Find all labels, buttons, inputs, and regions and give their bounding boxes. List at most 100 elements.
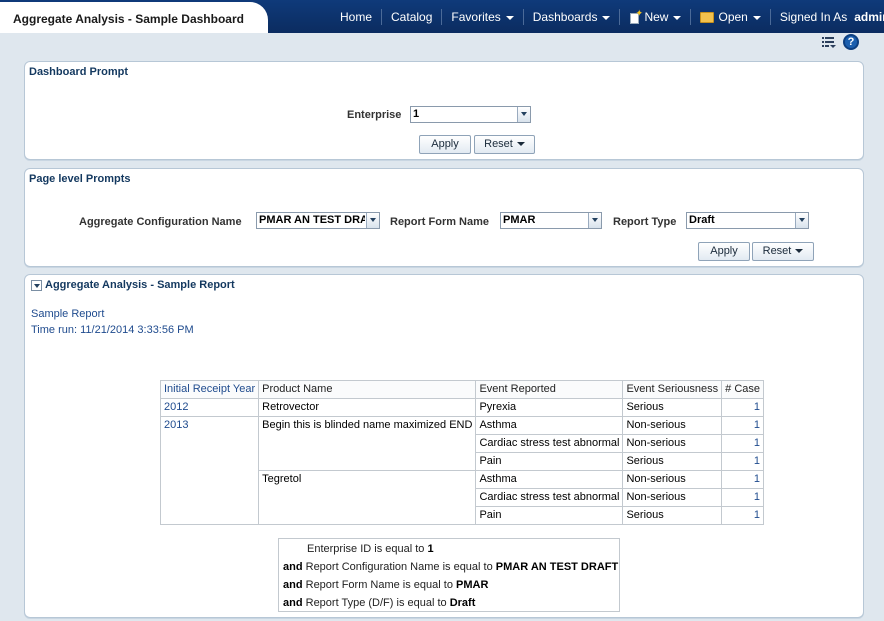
form-select[interactable]: PMAR <box>500 212 602 229</box>
signed-in-as-label: Signed In As <box>779 10 848 24</box>
top-bar: Aggregate Analysis - Sample Dashboard Ho… <box>0 0 884 33</box>
case-count-cell[interactable]: 1 <box>721 506 765 525</box>
column-header[interactable]: Initial Receipt Year <box>159 380 260 399</box>
dashboard-title-tab: Aggregate Analysis - Sample Dashboard <box>0 2 268 33</box>
nav-user-menu[interactable]: Signed In As admin <box>769 9 884 25</box>
event-cell: Pain <box>475 452 624 471</box>
global-nav: Home Catalog Favorites Dashboards ✦ New O… <box>331 8 884 25</box>
filter-and: and <box>283 579 303 591</box>
nav-dashboards[interactable]: Dashboards <box>522 9 620 25</box>
nav-catalog-label: Catalog <box>391 10 433 24</box>
event-cell: Cardiac stress test abnormal <box>475 488 624 507</box>
chevron-down-icon <box>795 249 804 253</box>
open-folder-icon <box>700 11 715 23</box>
chevron-down-icon <box>752 16 761 20</box>
filter-summary: Enterprise ID is equal to 1 and Report C… <box>278 538 620 612</box>
filter-line: and Report Type (D/F) is equal to Draft <box>283 597 475 609</box>
year-cell[interactable]: 2012 <box>159 398 260 417</box>
nav-open[interactable]: Open <box>690 9 769 25</box>
config-label: Aggregate Configuration Name <box>79 216 242 228</box>
nav-dashboards-label: Dashboards <box>532 10 598 24</box>
event-cell: Cardiac stress test abnormal <box>475 434 624 453</box>
case-count-cell[interactable]: 1 <box>721 470 765 489</box>
form-value: PMAR <box>503 214 536 226</box>
case-count-cell[interactable]: 1 <box>721 416 765 435</box>
filter-value: Draft <box>449 597 476 609</box>
event-cell: Asthma <box>475 470 624 489</box>
nav-home-label: Home <box>340 10 373 24</box>
event-cell: Pyrexia <box>475 398 624 417</box>
nav-open-label: Open <box>718 10 748 24</box>
reset-button[interactable]: Reset <box>752 242 814 261</box>
seriousness-cell: Serious <box>622 452 723 471</box>
filter-line: Enterprise ID is equal to 1 <box>307 543 434 555</box>
chevron-down-icon <box>505 16 514 20</box>
filter-text: Report Type (D/F) is equal to <box>302 597 450 609</box>
product-cell: Retrovector <box>258 398 477 417</box>
filter-value: 1 <box>427 543 434 555</box>
case-count-cell[interactable]: 1 <box>721 488 765 507</box>
seriousness-cell: Non-serious <box>622 470 723 489</box>
config-select[interactable]: PMAR AN TEST DRAFT <box>256 212 380 229</box>
reset-label: Reset <box>762 245 792 257</box>
filter-text: Report Configuration Name is equal to <box>302 561 496 573</box>
page-prompts-panel: Page level Prompts Aggregate Configurati… <box>24 168 864 267</box>
help-icon[interactable]: ? <box>843 34 859 50</box>
column-header: Product Name <box>258 380 477 399</box>
new-document-icon: ✦ <box>629 8 643 24</box>
apply-button[interactable]: Apply <box>419 135 471 154</box>
enterprise-label: Enterprise <box>347 109 402 121</box>
username: admin <box>854 10 884 24</box>
report-table: Initial Receipt Year Product Name Event … <box>159 380 765 525</box>
dropdown-arrow-icon[interactable] <box>588 213 601 228</box>
nav-new-label: New <box>644 10 669 24</box>
event-cell: Asthma <box>475 416 624 435</box>
product-cell: Tegretol <box>258 470 477 525</box>
enterprise-select[interactable]: 1 <box>410 106 531 123</box>
seriousness-cell: Non-serious <box>622 416 723 435</box>
time-run: Time run: 11/21/2014 3:33:56 PM <box>31 324 194 336</box>
filter-and: and <box>283 561 303 573</box>
reset-label: Reset <box>484 138 513 150</box>
dropdown-arrow-icon[interactable] <box>795 213 808 228</box>
seriousness-cell: Serious <box>622 398 723 417</box>
table-header-row: Initial Receipt Year Product Name Event … <box>159 380 765 399</box>
nav-new[interactable]: ✦ New <box>619 8 690 25</box>
report-name: Sample Report <box>31 308 105 320</box>
filter-value: PMAR <box>456 579 489 591</box>
page-prompts-title: Page level Prompts <box>29 173 131 185</box>
chevron-down-icon <box>602 16 611 20</box>
chevron-down-icon <box>516 142 525 146</box>
form-label: Report Form Name <box>390 216 490 228</box>
table-row: 2012 Retrovector Pyrexia Serious 1 <box>159 398 765 417</box>
nav-favorites-label: Favorites <box>451 10 501 24</box>
case-count-cell[interactable]: 1 <box>721 434 765 453</box>
list-icon[interactable] <box>822 36 836 48</box>
year-cell[interactable]: 2013 <box>159 416 260 525</box>
chevron-down-icon <box>673 16 682 20</box>
case-count-cell[interactable]: 1 <box>721 398 765 417</box>
dashboard-prompt-title: Dashboard Prompt <box>29 66 129 78</box>
filter-text: Report Form Name is equal to <box>302 579 457 591</box>
filter-value: PMAR AN TEST DRAFT <box>495 561 619 573</box>
nav-favorites[interactable]: Favorites <box>441 9 522 25</box>
type-label: Report Type <box>613 216 677 228</box>
nav-catalog[interactable]: Catalog <box>381 9 441 25</box>
enterprise-value: 1 <box>413 108 420 120</box>
dropdown-arrow-icon[interactable] <box>517 107 530 122</box>
collapse-icon[interactable] <box>31 280 42 291</box>
nav-home[interactable]: Home <box>331 9 381 25</box>
filter-line: and Report Configuration Name is equal t… <box>283 561 618 573</box>
type-select[interactable]: Draft <box>686 212 809 229</box>
dropdown-arrow-icon[interactable] <box>366 213 379 228</box>
config-value: PMAR AN TEST DRAFT <box>259 214 365 226</box>
dashboard-prompt-panel: Dashboard Prompt Enterprise 1 Apply Rese… <box>24 61 864 160</box>
page-tools: ? <box>822 34 859 50</box>
apply-button[interactable]: Apply <box>698 242 750 261</box>
reset-button[interactable]: Reset <box>474 135 535 154</box>
filter-and: and <box>283 597 303 609</box>
seriousness-cell: Serious <box>622 506 723 525</box>
case-count-cell[interactable]: 1 <box>721 452 765 471</box>
filter-line: and Report Form Name is equal to PMAR <box>283 579 488 591</box>
seriousness-cell: Non-serious <box>622 488 723 507</box>
